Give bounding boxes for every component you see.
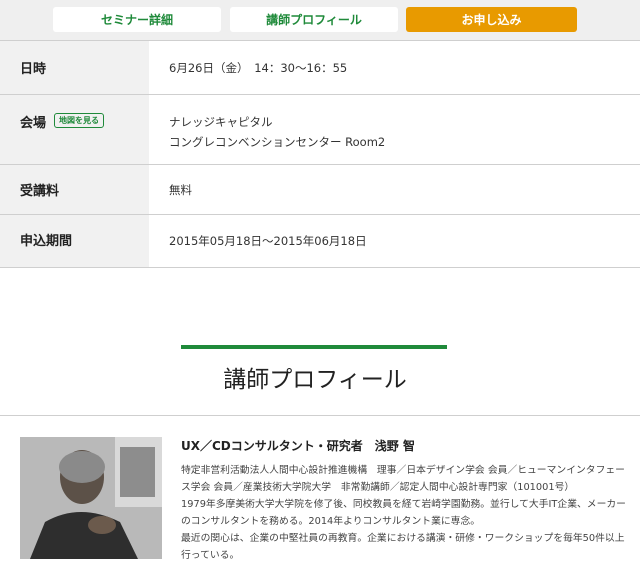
venue-line-1: ナレッジキャピタル xyxy=(169,115,273,129)
info-row-fee: 受講料 無料 xyxy=(0,165,640,215)
venue-label: 会場 xyxy=(20,116,47,131)
fee-value: 無料 xyxy=(169,183,192,197)
period-value: 2015年05月18日〜2015年06月18日 xyxy=(169,234,367,248)
tab-seminar-details[interactable]: セミナー詳細 xyxy=(53,7,221,32)
bio-paragraph: 1979年多摩美術大学大学院を修了後、同校教員を経て岩崎学園勤務。並行して大手I… xyxy=(181,499,626,527)
section-title: 講師プロフィール xyxy=(223,367,407,393)
view-map-button[interactable]: 地図を見る xyxy=(54,113,105,128)
fee-label: 受講料 xyxy=(0,165,149,214)
period-label: 申込期間 xyxy=(0,215,149,267)
tab-apply[interactable]: お申し込み xyxy=(406,7,577,32)
seminar-info-table: 日時 6月26日（金） 14：30〜16：55 会場 地図を見る ナレッジキャピ… xyxy=(0,40,640,268)
info-row-venue: 会場 地図を見る ナレッジキャピタル コングレコンベンションセンター Room2 xyxy=(0,95,640,165)
tab-instructor-profile[interactable]: 講師プロフィール xyxy=(230,7,398,32)
portrait-image xyxy=(20,437,162,559)
venue-value: ナレッジキャピタル コングレコンベンションセンター Room2 xyxy=(149,95,640,164)
instructor-bio: 特定非営利活動法人人間中心設計推進機構 理事／日本デザイン学会 会員／ヒューマン… xyxy=(181,462,629,564)
info-row-date: 日時 6月26日（金） 14：30〜16：55 xyxy=(0,40,640,95)
bio-paragraph: 最近の関心は、企業の中堅社員の再教育。企業における講演・研修・ワークショップを毎… xyxy=(181,533,625,561)
section-divider xyxy=(0,415,640,416)
date-label: 日時 xyxy=(0,41,149,94)
section-accent-bar xyxy=(181,345,447,349)
info-row-period: 申込期間 2015年05月18日〜2015年06月18日 xyxy=(0,215,640,268)
instructor-photo xyxy=(20,437,162,559)
tab-bar: セミナー詳細 講師プロフィール お申し込み xyxy=(0,0,640,40)
bio-paragraph: 特定非営利活動法人人間中心設計推進機構 理事／日本デザイン学会 会員／ヒューマン… xyxy=(181,465,625,493)
date-value: 6月26日（金） 14：30〜16：55 xyxy=(169,61,348,75)
venue-label-cell: 会場 地図を見る xyxy=(0,95,149,164)
instructor-name: UX／CDコンサルタント・研究者 浅野 智 xyxy=(181,439,415,453)
venue-line-2: コングレコンベンションセンター Room2 xyxy=(169,135,386,149)
